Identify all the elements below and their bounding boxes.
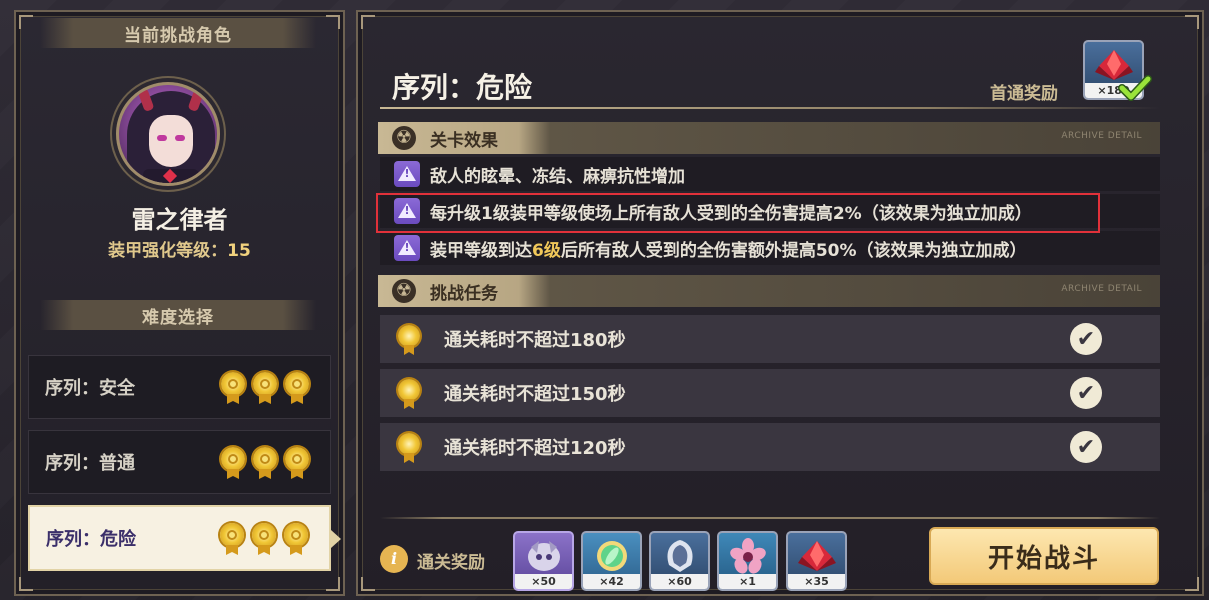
- highlight-box: [376, 193, 1100, 233]
- difficulty-normal[interactable]: 序列：普通: [28, 430, 331, 494]
- medal-icon: [398, 431, 422, 463]
- archive-detail-tag: ARCHIVE DETAIL: [1061, 131, 1142, 141]
- effect-text-tail: 后所有敌人受到的全伤害额外提高50%（该效果为独立加成）: [560, 240, 1027, 261]
- mission-row: 通关耗时不超过150秒 ✔: [380, 369, 1160, 417]
- warning-icon: [394, 161, 420, 187]
- mission-text: 通关耗时不超过180秒: [444, 330, 626, 351]
- start-battle-button[interactable]: 开始战斗: [929, 527, 1159, 585]
- stage-title: 序列：危险: [392, 71, 533, 104]
- effect-text: 装甲等级到达: [430, 240, 532, 261]
- medal-icon: [252, 447, 278, 479]
- warning-icon: [394, 235, 420, 261]
- difficulty-danger-selected[interactable]: 序列：危险: [28, 505, 341, 571]
- medal-icon: [398, 323, 422, 355]
- title-divider: [380, 107, 1160, 109]
- mission-complete-check-icon: ✔: [1070, 377, 1102, 409]
- hazard-icon: [392, 126, 416, 150]
- stage-effects-title: 关卡效果: [430, 130, 498, 151]
- armor-level-label: 装甲强化等级：: [108, 241, 228, 261]
- hazard-icon: [392, 279, 416, 303]
- red-crystal-icon: [798, 541, 836, 571]
- clear-reward-item[interactable]: ×35: [786, 531, 847, 591]
- mission-text: 通关耗时不超过120秒: [444, 438, 626, 459]
- clear-reward-item[interactable]: ×50: [513, 531, 574, 591]
- clear-reward-item[interactable]: ×60: [649, 531, 710, 591]
- clear-reward-item[interactable]: ×1: [717, 531, 778, 591]
- difficulty-medals: [220, 447, 310, 479]
- reward-qty: ×35: [788, 574, 845, 589]
- stage-effects-header: 关卡效果 ARCHIVE DETAIL: [378, 122, 1160, 154]
- difficulty-medals: [219, 523, 309, 555]
- difficulty-header: 难度选择: [40, 300, 316, 330]
- mission-complete-check-icon: ✔: [1070, 431, 1102, 463]
- claimed-check-icon: [1118, 75, 1152, 101]
- medal-icon: [220, 447, 246, 479]
- mission-text: 通关耗时不超过150秒: [444, 384, 626, 405]
- stage-effect-row: 装甲等级到达6级后所有敌人受到的全伤害额外提高50%（该效果为独立加成）: [380, 231, 1160, 265]
- medal-icon: [252, 372, 278, 404]
- difficulty-safe[interactable]: 序列：安全: [28, 355, 331, 419]
- difficulty-label: 序列：普通: [45, 453, 135, 474]
- medal-icon: [398, 377, 422, 409]
- reward-qty: ×42: [583, 574, 640, 589]
- reward-qty: ×60: [651, 574, 708, 589]
- armor-level-value: 15: [227, 241, 251, 261]
- armor-shard-icon: [667, 540, 693, 572]
- challenge-missions-title: 挑战任务: [430, 283, 498, 304]
- reward-qty: ×50: [515, 574, 572, 589]
- difficulty-label: 序列：安全: [45, 378, 135, 399]
- beast-stigma-icon: [528, 541, 560, 571]
- medal-icon: [284, 447, 310, 479]
- armor-level: 装甲强化等级：15: [14, 236, 345, 261]
- medal-icon: [284, 372, 310, 404]
- challenge-missions-header: 挑战任务 ARCHIVE DETAIL: [378, 275, 1160, 307]
- sakura-emblem-icon: [730, 538, 766, 574]
- stage-effect-row: 敌人的眩晕、冻结、麻痹抗性增加: [380, 157, 1160, 191]
- medal-icon: [220, 372, 246, 404]
- medal-icon: [219, 523, 245, 555]
- clear-reward-label: 通关奖励: [417, 553, 485, 573]
- mission-complete-check-icon: ✔: [1070, 323, 1102, 355]
- mission-row: 通关耗时不超过180秒 ✔: [380, 315, 1160, 363]
- effect-text: 敌人的眩晕、冻结、麻痹抗性增加: [430, 166, 685, 187]
- effect-highlight: 6级: [532, 240, 561, 261]
- medal-icon: [251, 523, 277, 555]
- medal-icon: [283, 523, 309, 555]
- difficulty-label: 序列：危险: [46, 529, 136, 550]
- difficulty-medals: [220, 372, 310, 404]
- current-character-header: 当前挑战角色: [40, 18, 316, 48]
- character-name: 雷之律者: [131, 206, 228, 234]
- character-portrait: [116, 82, 220, 186]
- archive-detail-tag: ARCHIVE DETAIL: [1061, 284, 1142, 294]
- clear-reward-item[interactable]: ×42: [581, 531, 642, 591]
- first-clear-reward-label: 首通奖励: [990, 84, 1058, 104]
- reward-qty: ×1: [719, 574, 776, 589]
- green-core-icon: [597, 541, 627, 571]
- mission-row: 通关耗时不超过120秒 ✔: [380, 423, 1160, 471]
- bottom-divider: [380, 517, 1160, 519]
- info-icon[interactable]: i: [380, 545, 408, 573]
